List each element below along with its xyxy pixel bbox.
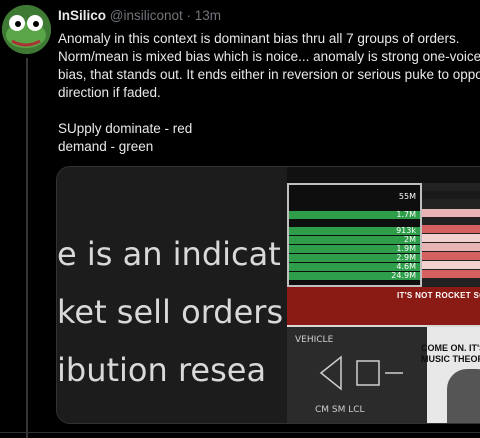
depth-bar [422,234,480,242]
board-word: CM SM LCL [315,405,365,415]
tweet-line: SUpply dominate - red [58,121,193,136]
tweet-line: demand - green [58,139,154,154]
tweet-header: InSilico @insiliconot · 13m [58,8,221,23]
depth-value: 4.6M [289,263,420,271]
image-text-line: e is an indicat [57,235,281,273]
depth-bar [422,261,480,269]
caption-line: MUSIC THEORY [421,354,480,364]
image-caption: IT'S NOT ROCKET SCI [397,291,480,300]
depth-value: 1.7M [289,211,420,219]
thread-line [26,58,28,438]
depth-bar [422,252,480,260]
depth-value: 913k [289,227,420,235]
avatar[interactable] [2,5,51,54]
tweet-text: Anomaly in this context is dominant bias… [58,30,480,156]
author-name[interactable]: InSilico [58,8,106,23]
tweet-line: bias, that stands out. It ends either in… [58,67,480,82]
depth-value: 1.9M [289,245,420,253]
depth-bar [422,209,480,217]
order-depth-panel: 55M 1.7M 913k 2M 1.9M 2.9M 4.6M 24.9M [287,183,422,287]
media-image-right[interactable]: IT'S NOT ROCKET SCI VEHICLE CM SM LCL CO… [287,287,480,423]
caption-line: COME ON. IT'S N [421,343,480,353]
tweet-line: direction if faded. [58,85,161,100]
depth-value: 55M [289,193,420,201]
depth-bar [422,191,480,199]
tweet-media[interactable]: e is an indicat ket sell orders ibution … [56,166,480,424]
tweet-time[interactable]: · 13m [187,8,222,23]
image-text-line: ibution resea [57,351,267,389]
frog-avatar-icon [2,5,51,54]
depth-value: 2.9M [289,254,420,262]
tweet-line: Anomaly in this context is dominant bias… [58,31,460,46]
order-depth-bars [422,183,480,287]
sketch-icon [319,355,403,391]
chalkboard-photo: VEHICLE CM SM LCL [287,327,427,423]
image-text-line: ket sell orders [57,293,284,331]
depth-spacer [289,219,420,225]
depth-value: 2M [289,236,420,244]
tweet-divider [0,432,480,433]
depth-bar [422,243,480,251]
author-handle[interactable]: @insiliconot [110,8,183,23]
depth-bar [422,270,480,278]
board-word: VEHICLE [295,335,334,345]
image-caption: COME ON. IT'S N MUSIC THEORY [421,343,480,365]
depth-bar [422,225,480,233]
tweet-line: Norm/mean is mixed bias which is noice..… [58,49,480,64]
depth-value: 24.9M [289,272,420,280]
media-image-left[interactable]: e is an indicat ket sell orders ibution … [57,167,287,423]
person-figure [447,369,480,423]
